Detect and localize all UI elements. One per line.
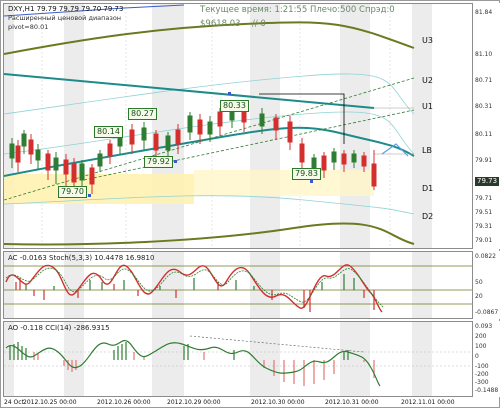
ao-cci-scale[interactable]: 0.093 200 100 0 -100 -200 -300 -0.1488 <box>474 321 500 397</box>
ac-stoch-pane[interactable]: AC -0.0163 Stoch(5,3,3) 10.4478 16.9810 <box>3 251 473 319</box>
ac-tick: 20 <box>475 293 483 300</box>
price-chart-canvas <box>4 4 432 248</box>
cci-tick: -100 <box>475 363 489 370</box>
spread-indicator: // 0 <box>252 19 266 29</box>
price-tick: 79.51 <box>475 209 493 216</box>
account-balance: $9618.03 <box>200 19 241 29</box>
time-tick: 2012.10.25 00:00 <box>23 399 77 406</box>
cci-tick: 100 <box>475 343 487 350</box>
ac-tick: 50 <box>475 279 483 286</box>
price-tick: 80.71 <box>475 77 493 84</box>
stoch-signal-line <box>5 267 385 309</box>
time-tick: 2012.10.30 00:00 <box>251 399 305 406</box>
server-time: Текущее время: 1:21:55 Плечо:500 Спрэд:0 <box>200 5 395 15</box>
level-u2: U2 <box>422 76 433 85</box>
expansion-pivot: pivot=80.01 <box>8 23 49 31</box>
cci-tick: 0 <box>475 353 479 360</box>
level-d2: D2 <box>422 212 434 221</box>
ac-stoch-title: AC -0.0163 Stoch(5,3,3) 10.4478 16.9810 <box>8 254 155 262</box>
price-tick: 80.11 <box>475 131 493 138</box>
expansion-title: Расширенный ценовой диапазон <box>8 14 122 22</box>
point-label: 79.92 <box>144 156 173 168</box>
price-scale[interactable]: 81.84 81.10 80.71 80.31 80.11 79.91 79.7… <box>474 3 500 249</box>
price-tick: 81.84 <box>475 9 493 16</box>
level-d1: D1 <box>422 184 434 193</box>
time-tick: 2012.10.31 00:00 <box>325 399 379 406</box>
level-lb: LB <box>422 146 432 155</box>
time-tick: 2012.11.01 00:00 <box>401 399 455 406</box>
price-tick: 79.91 <box>475 157 493 164</box>
ao-cci-pane[interactable]: AO -0.118 CCI(14) -286.9315 <box>3 321 473 397</box>
point-label: 79.70 <box>58 186 87 198</box>
time-tick: 2012.10.29 00:00 <box>167 399 221 406</box>
symbol-info: DXY,H1 79.79 79.79 79.70 79.73 <box>8 5 124 13</box>
ac-tick: -0.0867 <box>475 309 499 316</box>
ac-tick: 0.0822 <box>475 253 496 260</box>
ao-cci-title: AO -0.118 CCI(14) -286.9315 <box>8 324 110 332</box>
trading-terminal: DXY,H1 79.79 79.79 79.70 79.73 Расширенн… <box>0 0 500 408</box>
price-tick: 80.31 <box>475 103 493 110</box>
level-u3: U3 <box>422 36 433 45</box>
ac-stoch-scale[interactable]: 0.0822 50 20 -0.0867 <box>474 251 500 319</box>
cci-tick: 200 <box>475 333 487 340</box>
time-tick: 24 Oct <box>4 399 24 406</box>
ac-stoch-canvas <box>4 252 472 318</box>
point-label: 80.14 <box>94 126 123 138</box>
ao-cci-canvas <box>4 322 472 396</box>
point-label: 80.33 <box>220 100 249 112</box>
cci-tick: -300 <box>475 379 489 386</box>
point-label: 80.27 <box>128 108 157 120</box>
time-tick: 2012.10.26 00:00 <box>97 399 151 406</box>
price-tick: 79.31 <box>475 223 493 230</box>
resistance-line <box>4 73 375 109</box>
price-tick: 81.10 <box>475 51 493 58</box>
cci-tick: -200 <box>475 371 489 378</box>
price-chart-pane[interactable]: DXY,H1 79.79 79.79 79.70 79.73 Расширенн… <box>3 3 473 249</box>
point-label: 79.83 <box>292 168 321 180</box>
last-price-tag: 79.73 <box>475 177 500 186</box>
level-u1: U1 <box>422 102 433 111</box>
price-tick: 79.01 <box>475 237 493 244</box>
price-tick: 79.71 <box>475 195 493 202</box>
cci-tick: 0.093 <box>475 323 493 330</box>
cci-tick: -0.1488 <box>475 387 499 394</box>
